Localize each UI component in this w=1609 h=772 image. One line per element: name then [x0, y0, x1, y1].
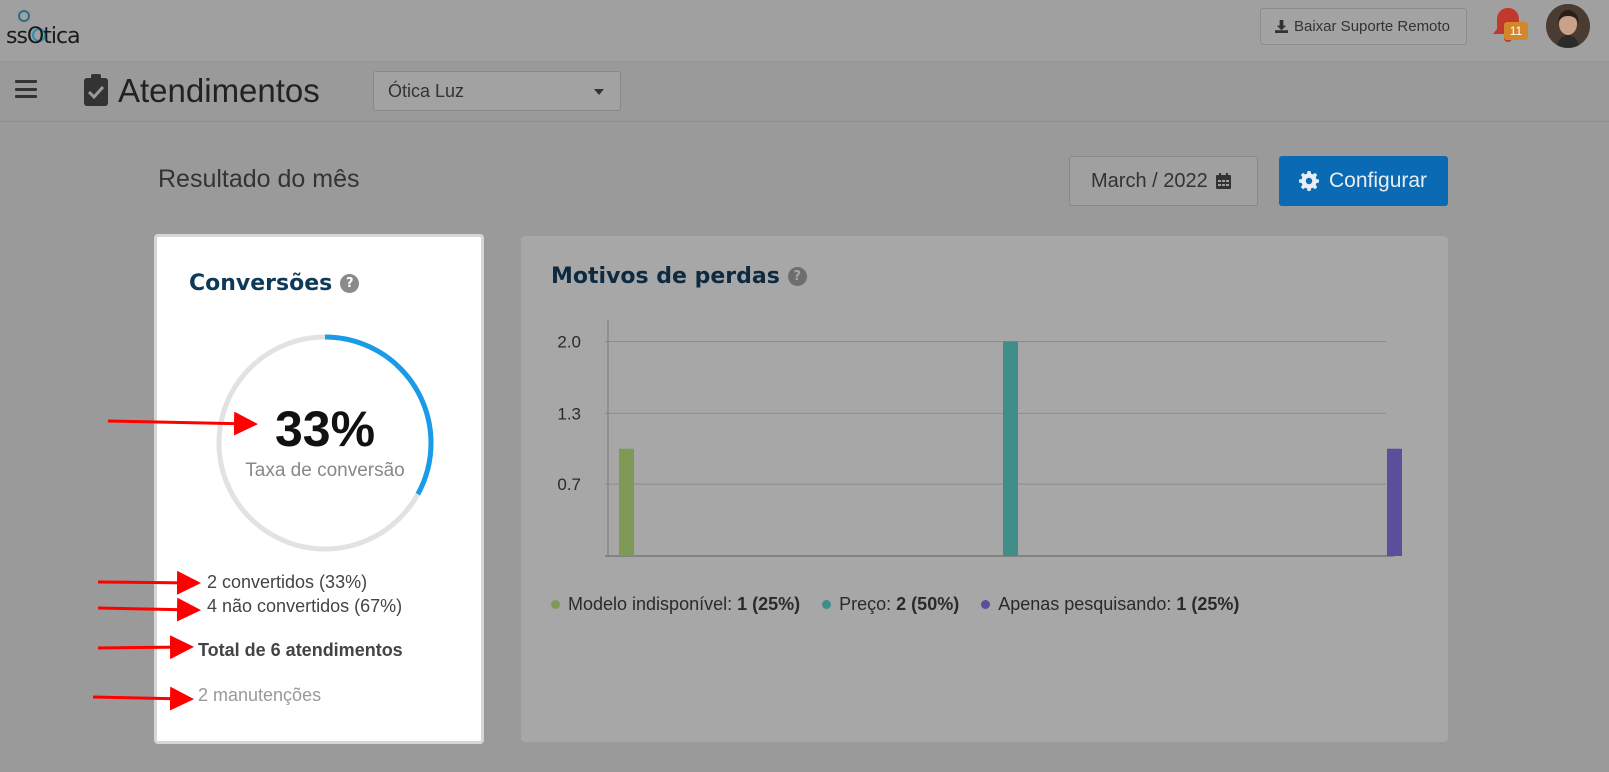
loss-reasons-title-text: Motivos de perdas — [551, 264, 780, 289]
help-icon[interactable]: ? — [340, 274, 360, 293]
user-avatar[interactable] — [1546, 4, 1590, 48]
section-title: Resultado do mês — [158, 165, 360, 193]
legend-label: Apenas pesquisando: 1 (25%) — [998, 594, 1240, 614]
chart-bar — [619, 448, 634, 556]
conversions-card: Conversões ? 33% Taxa de conversão 2 con… — [154, 234, 484, 744]
logo-circle-icon — [18, 10, 30, 22]
hamburger-menu-icon[interactable] — [15, 80, 37, 98]
legend-label: Modelo indisponível: 1 (25%) — [568, 594, 801, 614]
store-select-value: Ótica Luz — [388, 80, 465, 101]
month-picker[interactable]: March / 2022 — [1069, 156, 1258, 206]
help-icon[interactable]: ? — [787, 267, 807, 286]
legend-value: 1 (25%) — [1176, 594, 1240, 614]
loss-reasons-bar-chart: 0.7 1.3 2.0 — [557, 320, 1402, 557]
page-title: Atendimentos — [118, 72, 320, 109]
legend-color-dot — [551, 600, 560, 609]
chevron-down-icon — [594, 89, 604, 95]
avatar-image — [1546, 4, 1590, 48]
loss-reasons-card: Motivos de perdas ? 0.7 1.3 2.0 Modelo ind… — [521, 236, 1448, 742]
conversions-title: Conversões ? — [189, 271, 360, 296]
conversion-rate-value: 33% — [274, 401, 376, 457]
chart-bar — [1387, 448, 1402, 556]
legend-value: 1 (25%) — [737, 594, 801, 614]
legend-color-dot — [981, 600, 991, 609]
legend-item: Apenas pesquisando: 1 (25%) — [981, 594, 1239, 615]
legend-item: Modelo indisponível: 1 (25%) — [551, 594, 800, 615]
converted-count: 2 convertidos (33%) — [207, 572, 368, 592]
conversion-rate-label: Taxa de conversão — [245, 460, 405, 481]
configure-button-label: Configurar — [1329, 169, 1428, 192]
month-picker-value: March / 2022 — [1091, 169, 1208, 192]
download-icon — [1275, 20, 1288, 33]
chart-y-tick-label: 0.7 — [557, 475, 581, 494]
chart-y-tick-label: 2.0 — [557, 332, 581, 351]
download-remote-support-label: Baixar Suporte Remoto — [1294, 18, 1450, 35]
clipboard-check-icon — [84, 74, 108, 106]
store-select[interactable]: Ótica Luz — [373, 71, 621, 111]
gear-icon — [1299, 171, 1319, 191]
chart-bar — [1003, 341, 1018, 556]
maintenance-count: 2 manutenções — [198, 685, 322, 705]
calendar-icon — [1215, 173, 1231, 189]
total-attendances: Total de 6 atendimentos — [198, 640, 403, 660]
chart-legend: Modelo indisponível: 1 (25%) Preço: 2 (50… — [551, 594, 1239, 615]
legend-value: 2 (50%) — [896, 594, 960, 614]
chart-y-tick-label: 1.3 — [557, 404, 581, 423]
ssotica-logo[interactable]: ssOtica — [6, 10, 86, 49]
notification-count-badge: 11 — [1504, 22, 1528, 40]
download-remote-support-button[interactable]: Baixar Suporte Remoto — [1260, 8, 1467, 45]
not-converted-count: 4 não convertidos (67%) — [207, 596, 403, 616]
configure-button[interactable]: Configurar — [1279, 156, 1448, 206]
conversions-title-text: Conversões — [189, 271, 333, 296]
loss-reasons-title: Motivos de perdas ? — [551, 264, 807, 289]
logo-text: ssOtica — [6, 24, 81, 49]
top-bar: ssOtica Baixar Suporte Remoto 11 — [0, 0, 1609, 62]
legend-color-dot — [822, 600, 832, 609]
legend-label: Preço: 2 (50%) — [839, 594, 960, 614]
legend-item: Preço: 2 (50%) — [822, 594, 959, 615]
